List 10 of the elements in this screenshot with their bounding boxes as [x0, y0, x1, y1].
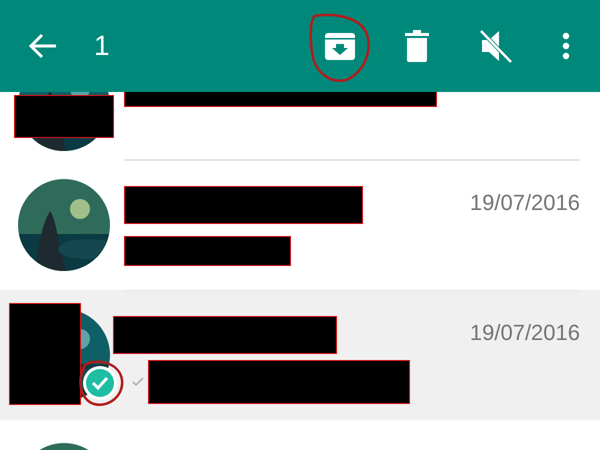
trash-icon[interactable]: [404, 30, 430, 62]
chat-row[interactable]: 19/07/2016: [0, 160, 600, 290]
back-arrow-icon[interactable]: [28, 33, 58, 59]
chat-date: 19/07/2016: [470, 190, 580, 216]
more-icon[interactable]: [562, 32, 570, 60]
chat-date: 19/07/2016: [470, 320, 580, 346]
archive-icon[interactable]: [324, 30, 356, 62]
selection-count: 1: [94, 30, 110, 62]
mute-icon[interactable]: [478, 28, 514, 64]
selected-chat-row[interactable]: 19/07/2016: [0, 290, 600, 420]
